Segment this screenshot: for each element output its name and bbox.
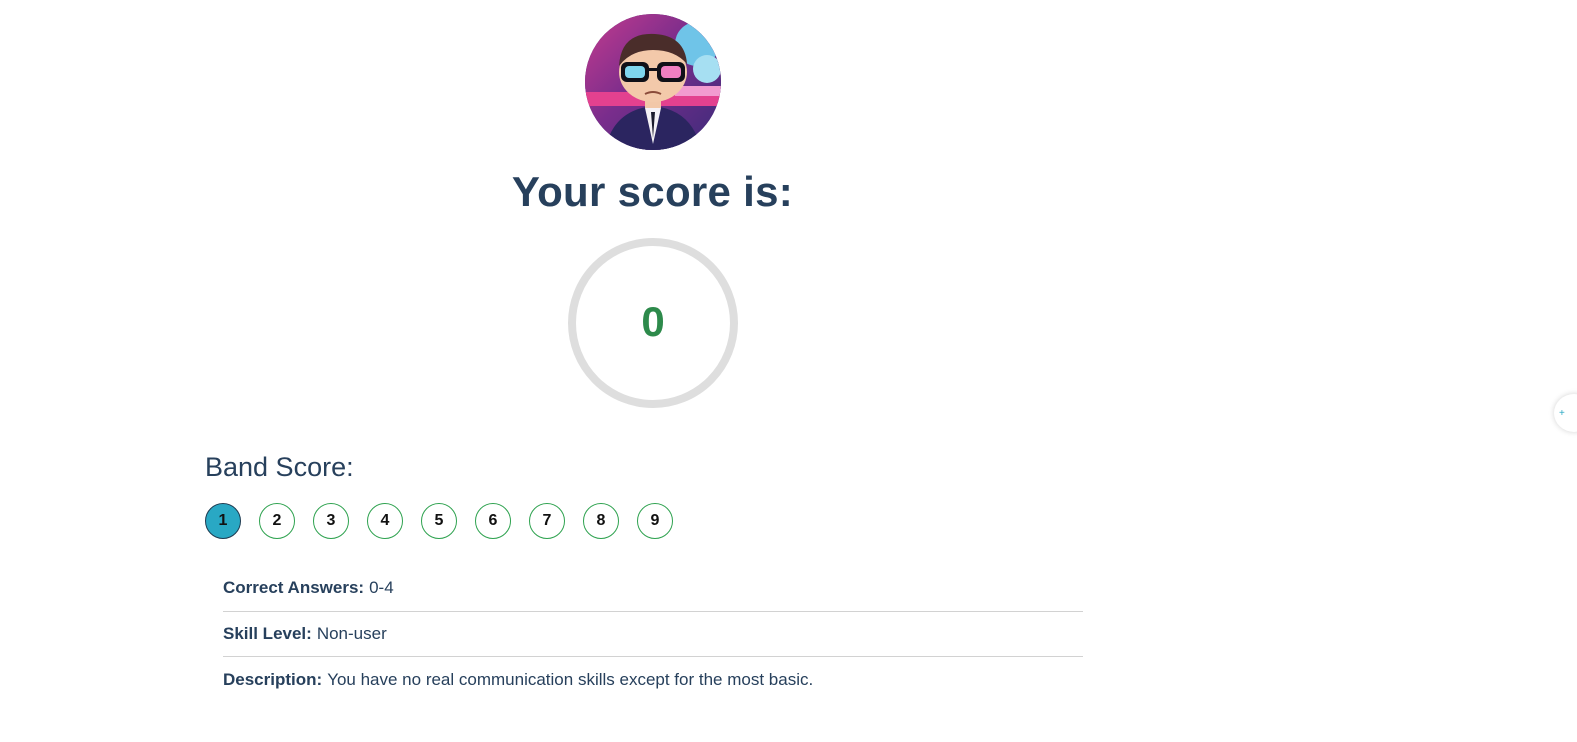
band-item-8[interactable]: 8	[583, 503, 619, 539]
score-result-page: Your score is: 0 Band Score: 1 2 3 4 5 6…	[0, 0, 1577, 742]
description-value: You have no real communication skills ex…	[327, 669, 814, 689]
correct-answers-label: Correct Answers:	[223, 578, 365, 598]
plus-icon: +	[1559, 407, 1565, 419]
score-ring: 0	[568, 238, 738, 408]
avatar-illustration	[585, 14, 721, 150]
band-item-5[interactable]: 5	[421, 503, 457, 539]
side-widget-button[interactable]: +	[1554, 394, 1577, 432]
description-label: Description:	[223, 669, 323, 689]
avatar	[585, 14, 721, 150]
skill-level-row: Skill Level: Non-user	[223, 612, 1083, 657]
skill-level-label: Skill Level:	[223, 623, 312, 643]
score-heading: Your score is:	[511, 168, 794, 215]
band-item-4[interactable]: 4	[367, 503, 403, 539]
skill-level-value: Non-user	[316, 623, 387, 643]
correct-answers-row: Correct Answers: 0-4	[223, 566, 1083, 612]
band-details: Correct Answers: 0-4 Skill Level: Non-us…	[223, 566, 1083, 703]
description-row: Description: You have no real communicat…	[223, 657, 1083, 703]
band-score-label: Band Score:	[205, 452, 354, 482]
correct-answers-value: 0-4	[369, 578, 394, 598]
band-item-6[interactable]: 6	[475, 503, 511, 539]
band-item-3[interactable]: 3	[313, 503, 349, 539]
band-score-list: 1 2 3 4 5 6 7 8 9	[205, 503, 673, 539]
band-item-9[interactable]: 9	[637, 503, 673, 539]
band-item-2[interactable]: 2	[259, 503, 295, 539]
score-value: 0	[641, 298, 665, 345]
band-item-7[interactable]: 7	[529, 503, 565, 539]
band-item-1[interactable]: 1	[205, 503, 241, 539]
